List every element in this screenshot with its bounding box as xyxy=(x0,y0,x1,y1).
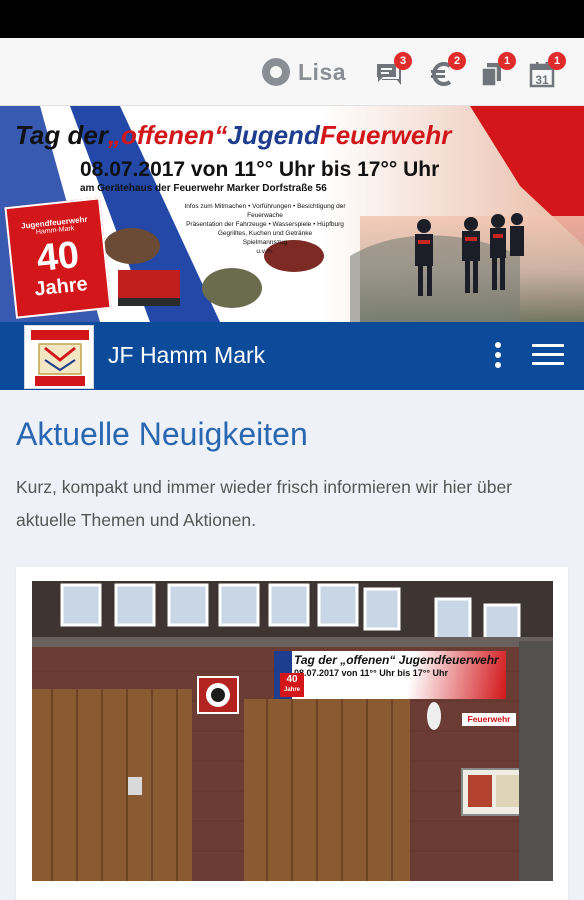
menu-line xyxy=(532,344,564,347)
news-card[interactable]: Tag der „offenen“ Jugendfeuerwehr 08.07.… xyxy=(16,567,568,900)
menu-line xyxy=(532,362,564,365)
banner-program-line: u.v.m. xyxy=(256,248,274,255)
documents-button[interactable]: 1 xyxy=(478,52,516,90)
photo-banner-date: 08.07.2017 von 11°° Uhr bis 17°° Uhr xyxy=(294,668,448,678)
anniversary-badge: Jugendfeuerwehr Hamm-Mark 40 Jahre xyxy=(4,197,112,319)
main-content: Aktuelle Neuigkeiten Kurz, kompakt und i… xyxy=(0,416,584,900)
section-intro: Kurz, kompakt und immer wieder frisch in… xyxy=(16,477,512,530)
banner-title-offenen: „offenen“ xyxy=(107,120,228,150)
calendar-badge: 1 xyxy=(548,52,566,70)
club-logo-image xyxy=(25,326,93,388)
photo-badge-number: 40 xyxy=(286,674,298,685)
club-logo[interactable] xyxy=(24,325,94,389)
kebab-dot xyxy=(495,352,501,358)
event-banner[interactable]: Tag der„offenen“JugendFeuerwehr 08.07.20… xyxy=(0,106,584,322)
calendar-day: 31 xyxy=(535,73,549,87)
kebab-dot xyxy=(495,362,501,368)
banner-title: Tag der„offenen“JugendFeuerwehr xyxy=(15,120,451,151)
banner-program: Infos zum Mitmachen • Vorführungen • Bes… xyxy=(175,202,355,256)
banner-title-feuerwehr: Feuerwehr xyxy=(319,120,452,150)
top-app-bar: Lisa 3 2 1 31 1 xyxy=(0,38,584,106)
photo-badge-years: Jahre xyxy=(283,687,300,693)
banner-title-jugend: Jugend xyxy=(227,120,320,150)
messages-badge: 3 xyxy=(394,52,412,70)
menu-button[interactable] xyxy=(532,344,564,370)
photo-banner-badge: 40 Jahre xyxy=(280,673,304,697)
banner-venue: am Gerätehaus der Feuerwehr Marker Dorfs… xyxy=(80,183,327,194)
brand[interactable]: Lisa xyxy=(262,58,346,86)
firehouse-photo xyxy=(32,581,553,881)
kebab-dot xyxy=(495,342,501,348)
section-title: Aktuelle Neuigkeiten xyxy=(16,416,308,452)
more-options-button[interactable] xyxy=(488,342,508,372)
messages-button[interactable]: 3 xyxy=(374,52,412,90)
documents-badge: 1 xyxy=(498,52,516,70)
feuerwehr-sign: Feuerwehr xyxy=(462,713,516,726)
news-photo[interactable]: Tag der „offenen“ Jugendfeuerwehr 08.07.… xyxy=(32,581,553,881)
photo-banner-title: Tag der „offenen“ Jugendfeuerwehr xyxy=(294,653,499,667)
menu-line xyxy=(532,353,564,356)
banner-date: 08.07.2017 von 11°° Uhr bis 17°° Uhr xyxy=(80,158,440,181)
calendar-button[interactable]: 31 1 xyxy=(528,52,566,90)
payments-badge: 2 xyxy=(448,52,466,70)
banner-program-line: Gegrilltes, Kuchen und Getränke xyxy=(217,230,313,237)
navbar-title: JF Hamm Mark xyxy=(108,342,266,368)
banner-title-prefix: Tag der xyxy=(15,120,108,150)
lisa-logo-icon xyxy=(262,58,290,86)
banner-program-line: Infos zum Mitmachen • Vorführungen • Bes… xyxy=(184,203,346,219)
payments-button[interactable]: 2 xyxy=(428,52,466,90)
main-navbar: JF Hamm Mark xyxy=(0,322,584,390)
banner-program-line: Präsentation der Fahrzeuge • Wasserspiel… xyxy=(186,221,344,228)
status-bar xyxy=(0,0,584,38)
banner-program-line: Spielmannszug xyxy=(242,239,288,246)
brand-name: Lisa xyxy=(298,58,347,85)
